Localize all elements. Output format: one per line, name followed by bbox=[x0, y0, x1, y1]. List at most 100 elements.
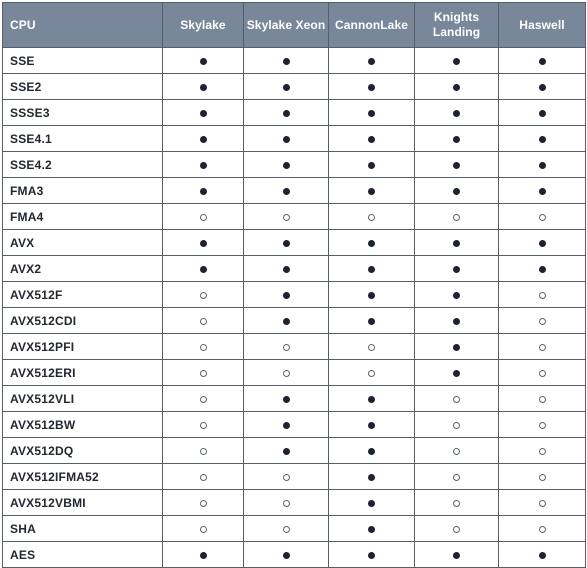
table-row: SSE4.1 bbox=[2, 125, 586, 152]
support-cell-cannonlake bbox=[328, 437, 415, 464]
cpu-feature-matrix: CPU Skylake Skylake Xeon CannonLake Knig… bbox=[2, 2, 586, 568]
hollow-dot-icon bbox=[453, 213, 460, 221]
support-cell-haswell bbox=[498, 99, 586, 126]
filled-dot-icon bbox=[453, 317, 460, 325]
support-cell-skylake_xeon bbox=[243, 99, 329, 126]
hollow-dot-icon bbox=[199, 499, 207, 507]
table-row: AVX512CDI bbox=[2, 307, 586, 334]
filled-dot-icon bbox=[368, 265, 375, 273]
support-cell-knights_landing bbox=[414, 177, 499, 204]
support-cell-haswell bbox=[498, 541, 586, 568]
filled-dot-icon bbox=[453, 135, 460, 143]
filled-dot-icon bbox=[282, 395, 290, 403]
filled-dot-icon bbox=[538, 265, 546, 273]
table-body: SSE SSE2 SSSE3 SSE4.1 SSE4.2 FMA3 FMA4 AVX AVX2 A… bbox=[2, 47, 586, 568]
column-header-cannonlake[interactable]: CannonLake bbox=[328, 2, 415, 48]
hollow-dot-icon bbox=[538, 291, 546, 299]
column-header-skylake-xeon[interactable]: Skylake Xeon bbox=[243, 2, 329, 48]
support-cell-knights_landing bbox=[414, 515, 499, 542]
support-cell-haswell bbox=[498, 203, 586, 230]
support-cell-knights_landing bbox=[414, 151, 499, 178]
feature-name-cell: AVX512PFI bbox=[2, 333, 163, 360]
support-cell-knights_landing bbox=[414, 411, 499, 438]
hollow-dot-icon bbox=[538, 343, 546, 351]
filled-dot-icon bbox=[368, 473, 375, 481]
table-row: FMA3 bbox=[2, 177, 586, 204]
hollow-dot-icon bbox=[453, 473, 460, 481]
hollow-dot-icon bbox=[282, 213, 290, 221]
support-cell-cannonlake bbox=[328, 73, 415, 100]
support-cell-haswell bbox=[498, 437, 586, 464]
filled-dot-icon bbox=[538, 239, 546, 247]
filled-dot-icon bbox=[282, 291, 290, 299]
column-header-haswell[interactable]: Haswell bbox=[498, 2, 586, 48]
hollow-dot-icon bbox=[282, 473, 290, 481]
column-header-knights-landing[interactable]: Knights Landing bbox=[414, 2, 499, 48]
feature-name-cell: SSE2 bbox=[2, 73, 163, 100]
table-row: AVX512VLI bbox=[2, 385, 586, 412]
support-cell-skylake bbox=[162, 385, 244, 412]
support-cell-cannonlake bbox=[328, 359, 415, 386]
support-cell-skylake_xeon bbox=[243, 73, 329, 100]
table-row: SSE2 bbox=[2, 73, 586, 100]
filled-dot-icon bbox=[282, 317, 290, 325]
support-cell-cannonlake bbox=[328, 541, 415, 568]
filled-dot-icon bbox=[453, 57, 460, 65]
table-row: AVX2 bbox=[2, 255, 586, 282]
hollow-dot-icon bbox=[453, 421, 460, 429]
table-row: AVX512BW bbox=[2, 411, 586, 438]
feature-name-cell: AVX512VBMI bbox=[2, 489, 163, 516]
support-cell-cannonlake bbox=[328, 125, 415, 152]
support-cell-haswell bbox=[498, 255, 586, 282]
feature-name-cell: SHA bbox=[2, 515, 163, 542]
support-cell-skylake bbox=[162, 463, 244, 490]
support-cell-haswell bbox=[498, 73, 586, 100]
filled-dot-icon bbox=[199, 161, 207, 169]
support-cell-skylake_xeon bbox=[243, 333, 329, 360]
support-cell-skylake_xeon bbox=[243, 463, 329, 490]
support-cell-skylake_xeon bbox=[243, 489, 329, 516]
support-cell-haswell bbox=[498, 47, 586, 74]
support-cell-cannonlake bbox=[328, 333, 415, 360]
support-cell-skylake_xeon bbox=[243, 385, 329, 412]
hollow-dot-icon bbox=[199, 291, 207, 299]
support-cell-skylake bbox=[162, 255, 244, 282]
support-cell-cannonlake bbox=[328, 177, 415, 204]
support-cell-cannonlake bbox=[328, 411, 415, 438]
filled-dot-icon bbox=[368, 291, 375, 299]
support-cell-haswell bbox=[498, 359, 586, 386]
support-cell-haswell bbox=[498, 333, 586, 360]
support-cell-skylake bbox=[162, 47, 244, 74]
support-cell-knights_landing bbox=[414, 99, 499, 126]
filled-dot-icon bbox=[282, 187, 290, 195]
support-cell-haswell bbox=[498, 125, 586, 152]
support-cell-skylake bbox=[162, 99, 244, 126]
table-row: AES bbox=[2, 541, 586, 568]
support-cell-skylake_xeon bbox=[243, 203, 329, 230]
support-cell-haswell bbox=[498, 385, 586, 412]
support-cell-cannonlake bbox=[328, 307, 415, 334]
support-cell-knights_landing bbox=[414, 255, 499, 282]
filled-dot-icon bbox=[282, 83, 290, 91]
filled-dot-icon bbox=[282, 265, 290, 273]
support-cell-cannonlake bbox=[328, 515, 415, 542]
filled-dot-icon bbox=[282, 421, 290, 429]
column-header-cpu[interactable]: CPU bbox=[2, 2, 163, 48]
table-row: SHA bbox=[2, 515, 586, 542]
filled-dot-icon bbox=[453, 343, 460, 351]
support-cell-cannonlake bbox=[328, 229, 415, 256]
filled-dot-icon bbox=[453, 109, 460, 117]
filled-dot-icon bbox=[199, 265, 207, 273]
column-header-skylake[interactable]: Skylake bbox=[162, 2, 244, 48]
support-cell-haswell bbox=[498, 515, 586, 542]
filled-dot-icon bbox=[368, 109, 375, 117]
support-cell-skylake bbox=[162, 203, 244, 230]
filled-dot-icon bbox=[199, 109, 207, 117]
feature-name-cell: AVX bbox=[2, 229, 163, 256]
support-cell-haswell bbox=[498, 177, 586, 204]
support-cell-skylake_xeon bbox=[243, 515, 329, 542]
support-cell-knights_landing bbox=[414, 73, 499, 100]
filled-dot-icon bbox=[282, 551, 290, 559]
feature-support-table: CPU Skylake Skylake Xeon CannonLake Knig… bbox=[2, 2, 586, 568]
table-header: CPU Skylake Skylake Xeon CannonLake Knig… bbox=[2, 2, 586, 48]
